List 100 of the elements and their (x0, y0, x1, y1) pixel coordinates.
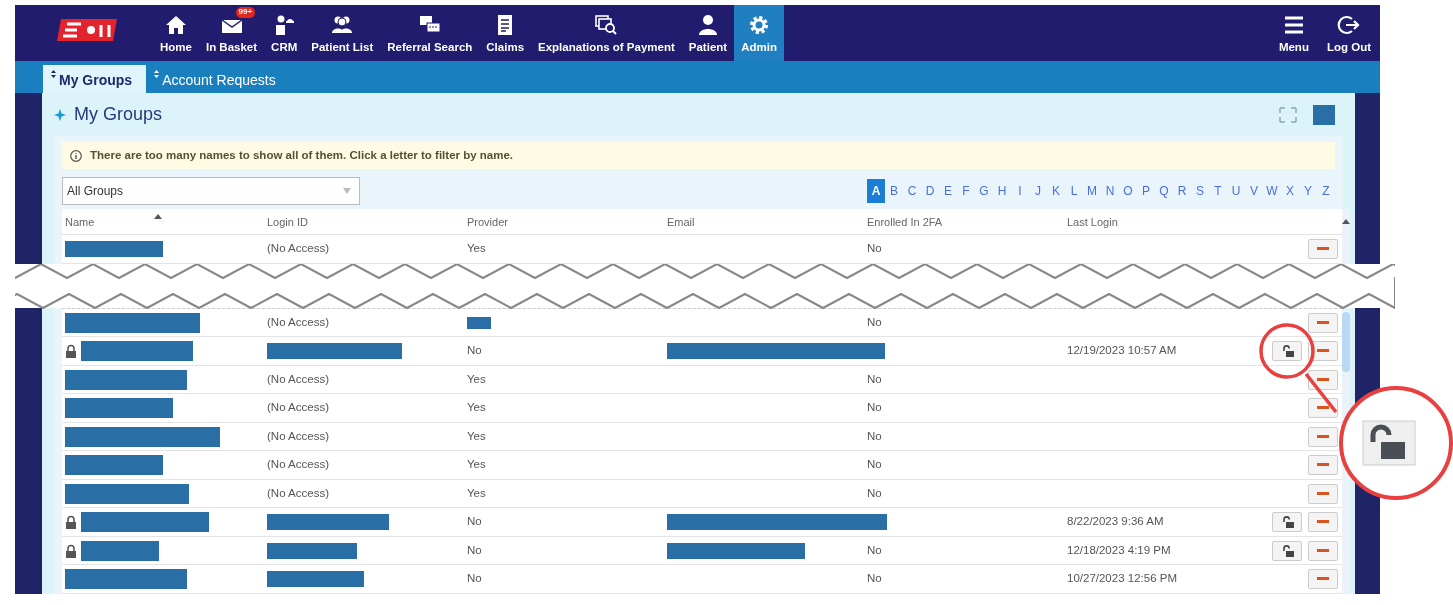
table-cell: No (867, 486, 882, 499)
table-cell: No (867, 315, 882, 328)
table-cell: (No Access) (267, 458, 329, 471)
letter-filter[interactable]: Y (1299, 179, 1317, 204)
tab[interactable]: Account Requests (146, 65, 290, 93)
remove-button[interactable] (1308, 540, 1338, 561)
table-cell: (No Access) (267, 401, 329, 414)
remove-button[interactable] (1308, 569, 1338, 589)
letter-filter[interactable]: B (885, 179, 903, 204)
letter-filter[interactable]: K (1047, 179, 1065, 204)
remove-button[interactable] (1308, 369, 1338, 390)
table-cell: No (867, 401, 882, 414)
nav-item[interactable]: Claims (479, 5, 532, 61)
nav-item[interactable]: CRM (264, 5, 305, 61)
letter-filter[interactable]: N (1101, 179, 1119, 204)
letter-filter[interactable]: R (1173, 179, 1191, 204)
table-cell: Yes (467, 242, 486, 255)
letter-filter[interactable]: T (1209, 179, 1227, 204)
unlock-button[interactable] (1272, 341, 1302, 361)
letter-filter[interactable]: D (921, 179, 939, 204)
unlocked-padlock-icon (1280, 345, 1294, 357)
notice-text: There are too many names to show all of them. Click a letter to filter by name. (90, 148, 514, 163)
column-header[interactable]: Provider (467, 213, 508, 230)
nav-item[interactable]: Menu (1269, 5, 1318, 61)
info-icon (70, 149, 82, 162)
letter-filter[interactable]: A (867, 179, 885, 204)
table-cell: 8/22/2023 9:36 AM (1067, 515, 1164, 528)
nav-item[interactable]: Admin (734, 5, 784, 61)
logo-icon (57, 17, 119, 43)
table-cell: Yes (467, 458, 486, 471)
letter-filter[interactable]: H (993, 179, 1011, 204)
column-header[interactable]: Email (667, 213, 695, 230)
nav-item[interactable]: Patient List (304, 5, 381, 61)
table-cell: No (867, 372, 882, 385)
expand-icon (1279, 106, 1297, 123)
remove-button[interactable] (1308, 455, 1338, 475)
window-button[interactable] (1313, 104, 1335, 125)
minus-icon (1317, 520, 1329, 524)
letter-filter[interactable]: X (1281, 179, 1299, 204)
unlock-button[interactable] (1272, 540, 1302, 561)
column-header[interactable]: Last Login (1067, 213, 1118, 230)
table-cell: Yes (467, 486, 486, 499)
nav-item[interactable]: Log Out (1317, 5, 1380, 61)
remove-button[interactable] (1308, 426, 1338, 447)
table-cell: No (467, 572, 482, 585)
drag-handle-icon (51, 70, 56, 78)
minus-icon (1317, 377, 1329, 382)
pin-icon (54, 108, 66, 121)
letter-filter[interactable]: M (1083, 179, 1101, 204)
table-cell: No (467, 515, 482, 528)
scroll-up-icon (1342, 219, 1350, 225)
column-header[interactable]: Enrolled In 2FA (867, 213, 943, 230)
minus-icon (1317, 406, 1329, 410)
remove-button[interactable] (1308, 512, 1338, 532)
table-cell: 12/18/2023 4:19 PM (1067, 543, 1171, 556)
highlight-ring (1259, 323, 1315, 379)
scrollbar-thumb[interactable] (1342, 311, 1350, 372)
table-cell: Yes (467, 429, 486, 442)
nav-item[interactable]: In Basket 99+ (198, 5, 265, 61)
letter-filter[interactable]: J (1029, 179, 1047, 204)
notification-badge: 99+ (235, 7, 256, 18)
group-dropdown[interactable]: All Groups (62, 177, 360, 206)
table-cell: No (867, 429, 882, 442)
table-cell: No (867, 242, 882, 255)
remove-button[interactable] (1308, 483, 1338, 504)
letter-filter[interactable]: V (1245, 179, 1263, 204)
column-header[interactable]: Login ID (267, 213, 308, 230)
minus-icon (1317, 320, 1329, 325)
nav-item[interactable]: Home (153, 5, 199, 61)
table-cell: (No Access) (267, 429, 329, 442)
letter-filter[interactable]: C (903, 179, 921, 204)
table-cell: No (867, 572, 882, 585)
nav-item[interactable]: Explanations of Payment (531, 5, 682, 61)
minus-icon (1317, 349, 1329, 353)
nav-item[interactable]: Patient (681, 5, 735, 61)
letter-filter[interactable]: U (1227, 179, 1245, 204)
remove-button[interactable] (1308, 312, 1338, 333)
letter-filter[interactable]: S (1191, 179, 1209, 204)
letter-filter[interactable]: P (1137, 179, 1155, 204)
letter-filter[interactable]: Q (1155, 179, 1173, 204)
letter-filter[interactable]: W (1263, 179, 1281, 204)
column-header[interactable]: Name (65, 213, 95, 230)
sort-arrow-icon (154, 214, 163, 220)
letter-filter[interactable]: G (975, 179, 993, 204)
letter-filter[interactable]: Z (1317, 179, 1335, 204)
unlocked-padlock-icon (1280, 516, 1294, 528)
nav-item[interactable]: Referral Search (380, 5, 480, 61)
remove-button[interactable] (1308, 239, 1338, 259)
tab[interactable]: My Groups (43, 65, 147, 93)
panel-title: My Groups (74, 103, 163, 126)
table-cell: 12/19/2023 10:57 AM (1067, 344, 1177, 357)
minus-icon (1317, 463, 1329, 467)
table-cell: No (867, 543, 882, 556)
letter-filter[interactable]: E (939, 179, 957, 204)
unlock-button[interactable] (1272, 512, 1302, 532)
minus-icon (1317, 434, 1329, 439)
letter-filter[interactable]: F (957, 179, 975, 204)
letter-filter[interactable]: O (1119, 179, 1137, 204)
letter-filter[interactable]: L (1065, 179, 1083, 204)
letter-filter[interactable]: I (1011, 179, 1029, 204)
